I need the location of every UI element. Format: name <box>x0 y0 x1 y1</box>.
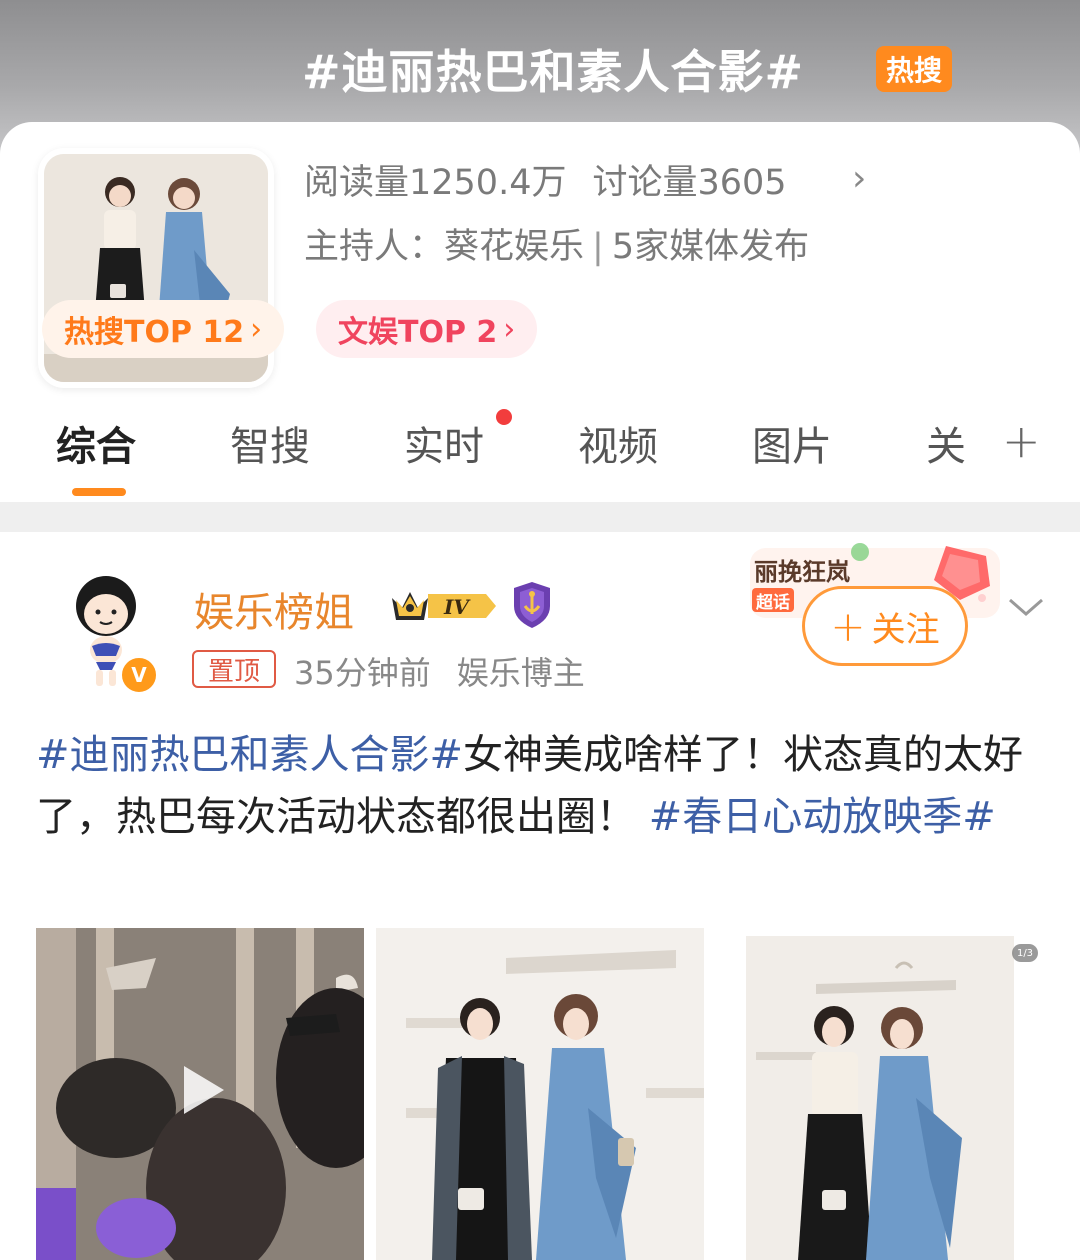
author-role: 娱乐博主 <box>456 654 585 692</box>
topic-stats[interactable]: 阅读量1250.4万 讨论量3605 <box>304 154 813 205</box>
post-image-3[interactable] <box>716 928 1044 1260</box>
active-tab-indicator <box>72 488 126 496</box>
play-icon[interactable] <box>178 1062 228 1118</box>
add-tab-icon[interactable]: + <box>1002 414 1041 468</box>
tab-smart-search[interactable]: 智搜 <box>230 414 310 472</box>
hashtag-link[interactable]: #春日心动放映季# <box>649 794 996 840</box>
chevron-right-icon: › <box>250 311 263 347</box>
image-count-badge: 1/3 <box>1012 944 1038 962</box>
read-count: 阅读量1250.4万 <box>304 163 567 203</box>
host-name: 主持人：葵花娱乐 <box>304 227 585 267</box>
post-time: 35分钟前 <box>294 654 431 692</box>
tab-video[interactable]: 视频 <box>578 414 658 472</box>
tab-comprehensive[interactable]: 综合 <box>56 414 136 472</box>
ent-rank-label: 文娱TOP 2 <box>338 315 498 350</box>
super-topic-name: 丽挽狂岚 <box>754 558 850 586</box>
follow-label: 关注 <box>871 609 940 650</box>
plus-icon: + <box>830 601 866 651</box>
separator: | <box>592 227 604 267</box>
post-image-2[interactable] <box>376 928 704 1260</box>
follow-button[interactable]: + 关注 <box>802 586 968 666</box>
tab-images[interactable]: 图片 <box>752 414 832 472</box>
tab-realtime[interactable]: 实时 <box>404 414 484 472</box>
crown-icon: IV <box>392 592 496 620</box>
super-topic-tag: 超话 <box>752 588 794 613</box>
chevron-down-icon[interactable] <box>1006 592 1046 622</box>
shield-icon <box>514 582 550 628</box>
tab-related[interactable]: 关 <box>926 414 966 472</box>
section-divider <box>0 502 1080 532</box>
hot-search-badge: 热搜 <box>876 46 952 92</box>
author-name[interactable]: 娱乐榜姐 <box>194 580 354 638</box>
crown-level-badge[interactable]: IV <box>388 586 498 626</box>
photo-two-women <box>716 928 1044 1260</box>
shield-badge-icon[interactable] <box>510 580 554 630</box>
level-text: IV <box>443 595 471 619</box>
host-info: 主持人：葵花娱乐 | 5家媒体发布 <box>304 218 809 269</box>
hashtag-link[interactable]: #迪丽热巴和素人合影# <box>36 732 463 778</box>
post-text: #迪丽热巴和素人合影#女神美成啥样了！状态真的太好了，热巴每次活动状态都很出圈！… <box>36 724 1056 848</box>
post-meta: 35分钟前 娱乐博主 <box>294 648 611 694</box>
hot-rank-label: 热搜TOP 12 <box>64 315 245 350</box>
chevron-right-icon[interactable]: › <box>852 158 866 199</box>
photo-two-women <box>376 928 704 1260</box>
media-count: 5家媒体发布 <box>611 227 810 267</box>
tab-bar: 综合 智搜 实时 视频 图片 关 <box>0 404 1080 504</box>
discuss-count: 讨论量3605 <box>592 163 787 203</box>
topic-title: #迪丽热巴和素人合影# <box>302 45 805 99</box>
hot-search-rank-pill[interactable]: 热搜TOP 12 › <box>42 300 285 358</box>
pinned-tag: 置顶 <box>192 650 276 688</box>
new-content-dot <box>496 409 512 425</box>
verified-badge-icon: V <box>118 654 160 696</box>
entertainment-rank-pill[interactable]: 文娱TOP 2 › <box>316 300 538 358</box>
chevron-right-icon: › <box>503 311 516 347</box>
